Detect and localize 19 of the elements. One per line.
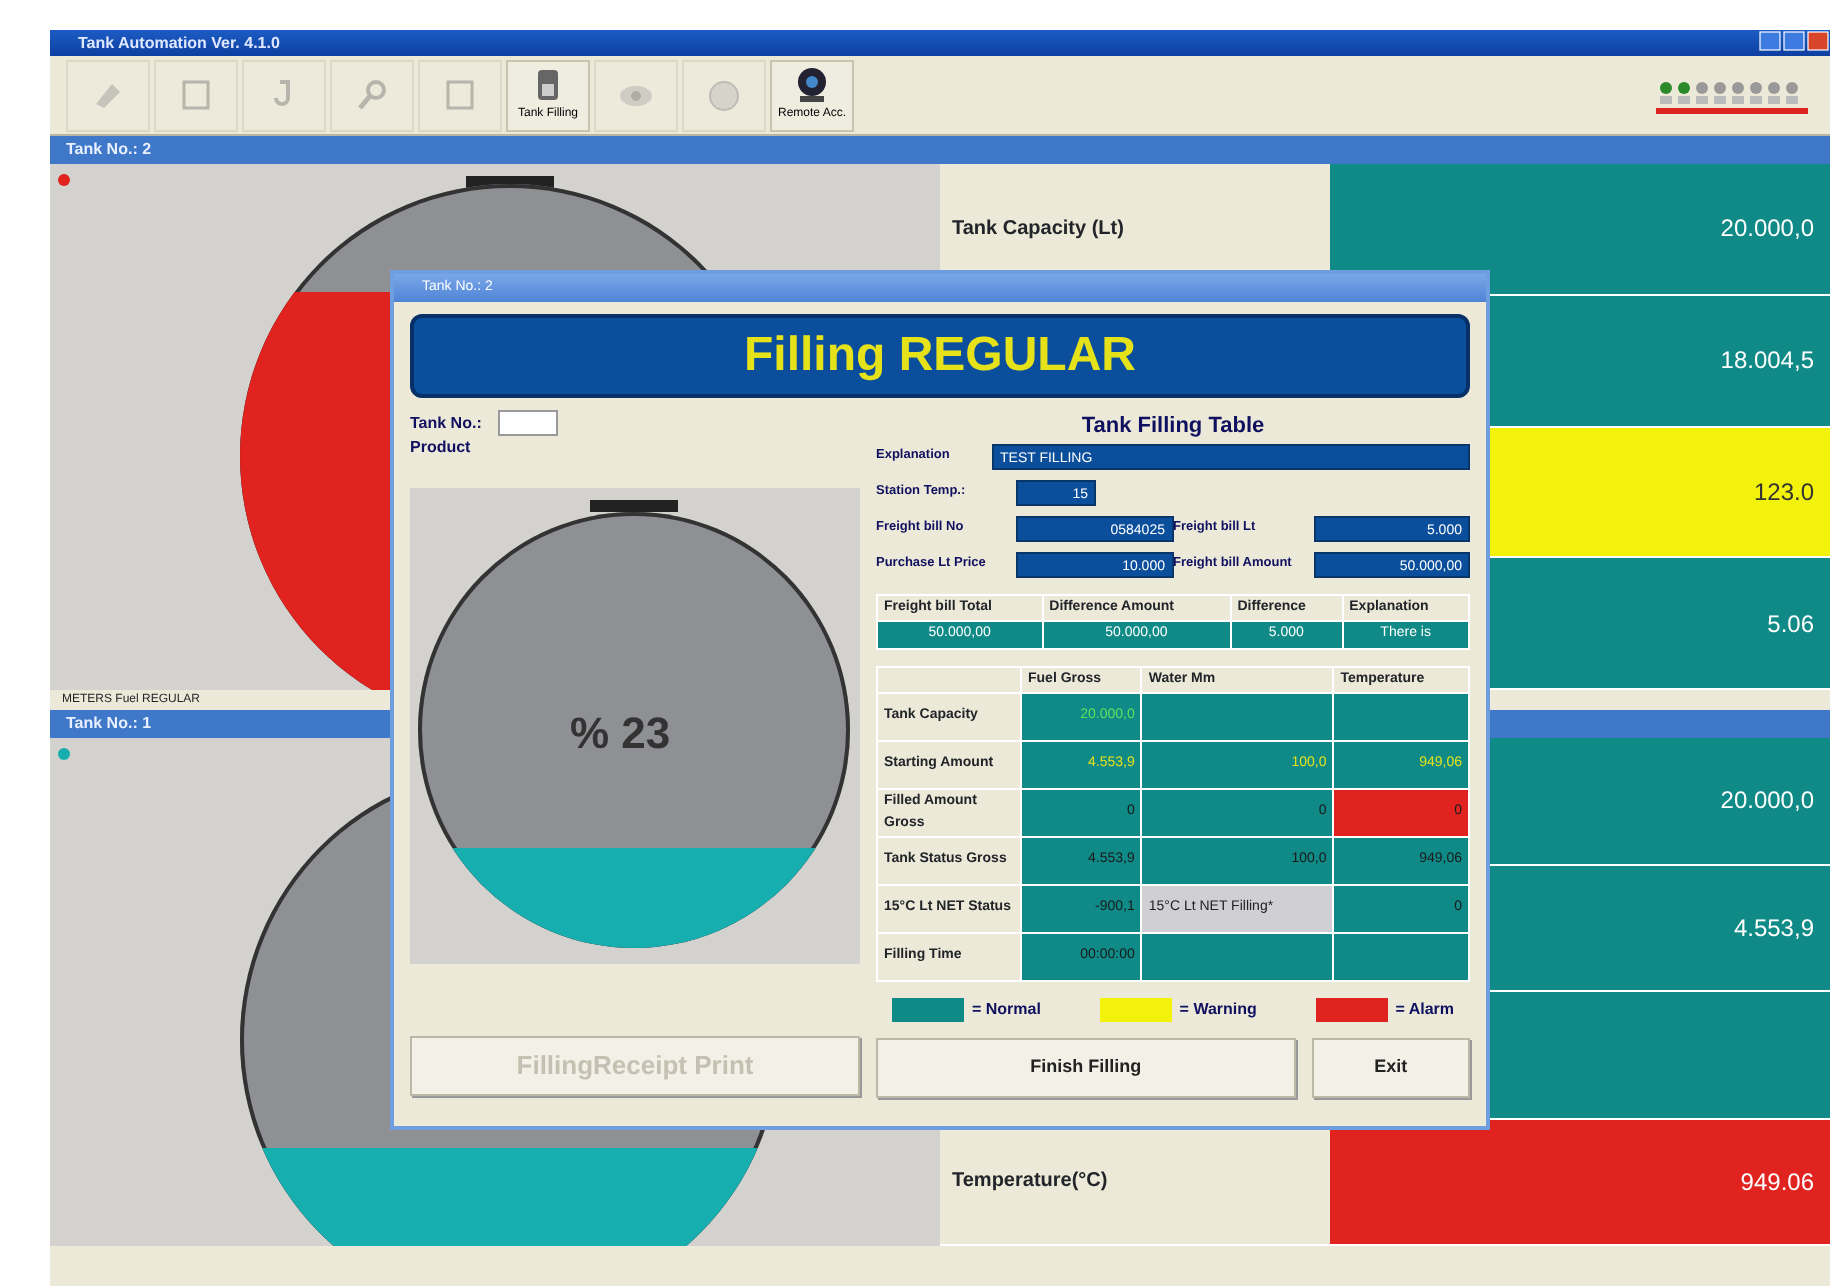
info-value: 949.06 [1330,1119,1830,1244]
legend-label: = Alarm [1395,998,1454,1022]
legend-label: = Warning [1179,998,1257,1022]
window-title: Tank No.: 2 [50,136,1830,164]
tank-number-spinner[interactable] [497,410,558,436]
tank-cap [590,500,678,512]
legend-label: = Normal [972,998,1041,1022]
tank-no-label: Tank No.: [410,411,482,435]
dialog-button[interactable]: Finish Filling [876,1038,1296,1098]
info-value: 20.000,0 [1330,164,1830,294]
search-icon [352,75,392,115]
globe-icon [704,75,744,115]
mode-banner: Filling REGULAR [410,314,1470,398]
webcam-icon [792,66,832,106]
window-title: Tank Automation Ver. 4.1.0 [78,32,280,56]
table-title: Tank Filling Table [1079,412,1267,442]
product-label: Product [410,436,471,460]
dialog-button[interactable]: Exit [1311,1038,1470,1098]
window-controls-icon [1758,30,1830,56]
